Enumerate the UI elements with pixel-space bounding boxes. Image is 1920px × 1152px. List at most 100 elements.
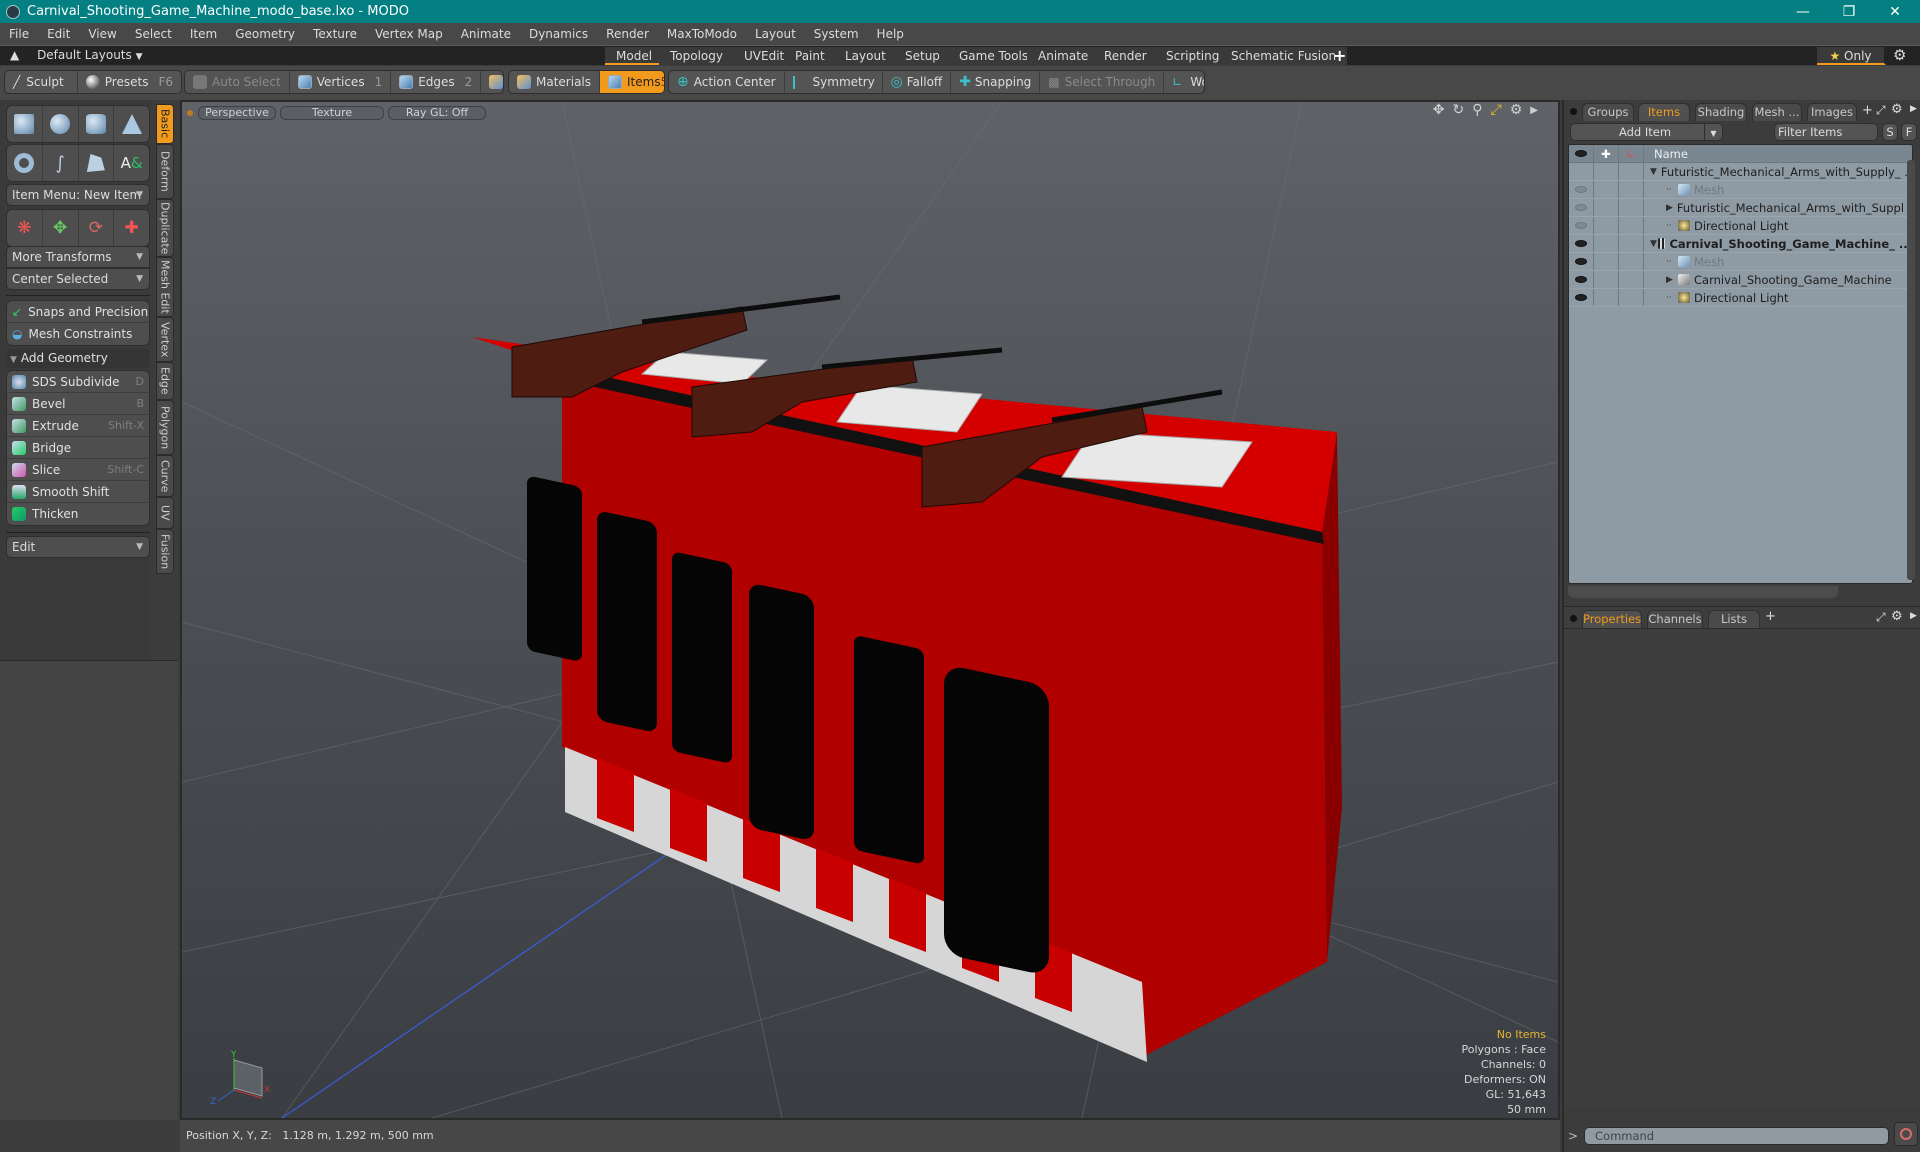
- snapping-button[interactable]: ✚ Snapping: [951, 71, 1041, 93]
- menu-dynamics[interactable]: Dynamics: [520, 27, 597, 41]
- tab-images[interactable]: Images: [1807, 103, 1857, 121]
- menu-texture[interactable]: Texture: [304, 27, 366, 41]
- snaps-precision-button[interactable]: ↙ Snaps and Precision: [7, 301, 149, 323]
- menu-animate[interactable]: Animate: [452, 27, 520, 41]
- vtab-polygon[interactable]: Polygon: [156, 400, 174, 455]
- tab-topology[interactable]: Topology: [659, 47, 736, 65]
- tab-paint[interactable]: Paint: [784, 47, 838, 65]
- menu-file[interactable]: File: [0, 27, 38, 41]
- item-list-row[interactable]: ▼ Futuristic_Mechanical_Arms_with_Supply_…: [1569, 163, 1912, 181]
- record-button[interactable]: [1894, 1122, 1918, 1146]
- 3d-viewport[interactable]: Perspective Texture Ray GL: Off ✥ ↻ ⚲ ⤢ …: [180, 100, 1560, 1120]
- visibility-toggle[interactable]: [1569, 163, 1594, 180]
- expand-toggle-icon[interactable]: ▼: [1650, 235, 1658, 252]
- f-button[interactable]: F: [1901, 123, 1917, 141]
- tab-schematic-fusion[interactable]: Schematic Fusion: [1220, 47, 1350, 65]
- tab-model[interactable]: Model: [605, 47, 666, 65]
- add-item-button[interactable]: Add Item: [1570, 123, 1720, 141]
- filter-items-input[interactable]: Filter Items: [1774, 123, 1878, 141]
- item-list-scrollbar[interactable]: [1907, 160, 1915, 580]
- expand-right-icon[interactable]: ▶: [1910, 104, 1917, 114]
- gear-icon[interactable]: ⚙: [1891, 102, 1903, 117]
- edges-button[interactable]: Edges 2: [391, 71, 482, 93]
- tab-items[interactable]: Items: [1638, 103, 1690, 121]
- tab-layout[interactable]: Layout: [834, 47, 899, 65]
- tab-properties[interactable]: Properties: [1582, 610, 1642, 628]
- menu-maxtomodo[interactable]: MaxToModo: [658, 27, 746, 41]
- only-toggle[interactable]: ★ Only: [1817, 47, 1886, 65]
- symmetry-button[interactable]: Symmetry: [785, 71, 883, 93]
- sphere-primitive-button[interactable]: [43, 106, 79, 142]
- tab-render[interactable]: Render: [1093, 47, 1160, 65]
- select-through-button[interactable]: ▩ Select Through: [1040, 71, 1165, 93]
- item-name-cell[interactable]: ▶ Carnival_Shooting_Game_Machine: [1644, 271, 1912, 288]
- maximize-panel-icon[interactable]: ⤢: [1876, 610, 1886, 625]
- restore-button[interactable]: ❐: [1826, 0, 1872, 23]
- lock-cell[interactable]: [1594, 181, 1619, 198]
- item-list-row[interactable]: ▶ Carnival_Shooting_Game_Machine: [1569, 271, 1912, 289]
- item-menu-dropdown[interactable]: Item Menu: New Item ▼: [6, 184, 150, 206]
- axis-cell[interactable]: [1619, 235, 1644, 252]
- lock-cell[interactable]: [1594, 217, 1619, 234]
- thicken-button[interactable]: Thicken: [7, 503, 149, 525]
- edit-dropdown[interactable]: Edit ▼: [6, 536, 150, 558]
- tab-mesh[interactable]: Mesh ...: [1752, 103, 1802, 121]
- mesh-constraints-button[interactable]: ◒ Mesh Constraints: [7, 323, 149, 345]
- sds-subdivide-button[interactable]: SDS Subdivide D: [7, 371, 149, 393]
- panel-options-dot[interactable]: [1570, 615, 1577, 622]
- name-column-header[interactable]: Name: [1644, 145, 1688, 162]
- torus-primitive-button[interactable]: [7, 145, 43, 181]
- tab-lists[interactable]: Lists: [1708, 610, 1760, 628]
- menu-geometry[interactable]: Geometry: [226, 27, 304, 41]
- slice-button[interactable]: Slice Shift-C: [7, 459, 149, 481]
- item-list-row[interactable]: ·· Mesh: [1569, 253, 1912, 271]
- items-button[interactable]: Items5: [600, 71, 664, 93]
- lock-cell[interactable]: [1594, 289, 1619, 306]
- extrude-button[interactable]: Extrude Shift-X: [7, 415, 149, 437]
- smooth-shift-button[interactable]: Smooth Shift: [7, 481, 149, 503]
- item-name-cell[interactable]: ▶ Futuristic_Mechanical_Arms_with_Suppl .…: [1644, 199, 1912, 216]
- tab-setup[interactable]: Setup: [894, 47, 953, 65]
- item-list-row[interactable]: ·· Mesh: [1569, 181, 1912, 199]
- cone-primitive-button[interactable]: [114, 106, 149, 142]
- more-transforms-dropdown[interactable]: More Transforms ▼: [6, 246, 150, 268]
- expand-toggle-icon[interactable]: ▼: [1650, 163, 1657, 180]
- item-list-row[interactable]: ·· Directional Light: [1569, 289, 1912, 307]
- add-item-dropdown[interactable]: ▼: [1704, 123, 1723, 141]
- vtab-deform[interactable]: Deform: [156, 144, 174, 199]
- vtab-curve[interactable]: Curve: [156, 455, 174, 497]
- menu-system[interactable]: System: [805, 27, 868, 41]
- vtab-duplicate[interactable]: Duplicate: [156, 199, 174, 257]
- cube-primitive-button[interactable]: [7, 106, 43, 142]
- vtab-mesh-edit[interactable]: Mesh Edit: [156, 257, 174, 317]
- axis-cell[interactable]: [1619, 217, 1644, 234]
- axis-cell[interactable]: [1619, 181, 1644, 198]
- add-tab-button[interactable]: +: [1765, 609, 1776, 624]
- expand-toggle-icon[interactable]: ▶: [1666, 199, 1673, 216]
- lock-cell[interactable]: [1594, 199, 1619, 216]
- axis-column-icon[interactable]: ∟: [1619, 145, 1644, 162]
- capsule-primitive-button[interactable]: ∫: [43, 145, 79, 181]
- s-button[interactable]: S: [1882, 123, 1898, 141]
- transform-button[interactable]: ❋: [7, 210, 43, 246]
- visibility-toggle[interactable]: [1569, 199, 1594, 216]
- tab-animate[interactable]: Animate: [1027, 47, 1102, 65]
- axis-cell[interactable]: [1619, 289, 1644, 306]
- text-tool-button[interactable]: A&: [114, 145, 149, 181]
- vertices-button[interactable]: Vertices 1: [290, 71, 392, 93]
- item-name-cell[interactable]: ·· Directional Light: [1644, 217, 1912, 234]
- menu-vertex-map[interactable]: Vertex Map: [366, 27, 452, 41]
- menu-render[interactable]: Render: [597, 27, 658, 41]
- tab-shading[interactable]: Shading: [1695, 103, 1747, 121]
- vtab-vertex[interactable]: Vertex: [156, 317, 174, 362]
- scale-button[interactable]: ✚: [114, 210, 149, 246]
- vtab-fusion[interactable]: Fusion: [156, 529, 174, 574]
- sculpt-button[interactable]: ╱ Sculpt: [5, 71, 78, 93]
- item-name-cell[interactable]: ·· Directional Light: [1644, 289, 1912, 306]
- materials-button[interactable]: Materials: [509, 71, 601, 93]
- visibility-toggle[interactable]: [1569, 235, 1594, 252]
- vtab-edge[interactable]: Edge: [156, 362, 174, 400]
- menu-item[interactable]: Item: [181, 27, 226, 41]
- add-tab-button[interactable]: +: [1862, 103, 1873, 118]
- axis-cell[interactable]: [1619, 271, 1644, 288]
